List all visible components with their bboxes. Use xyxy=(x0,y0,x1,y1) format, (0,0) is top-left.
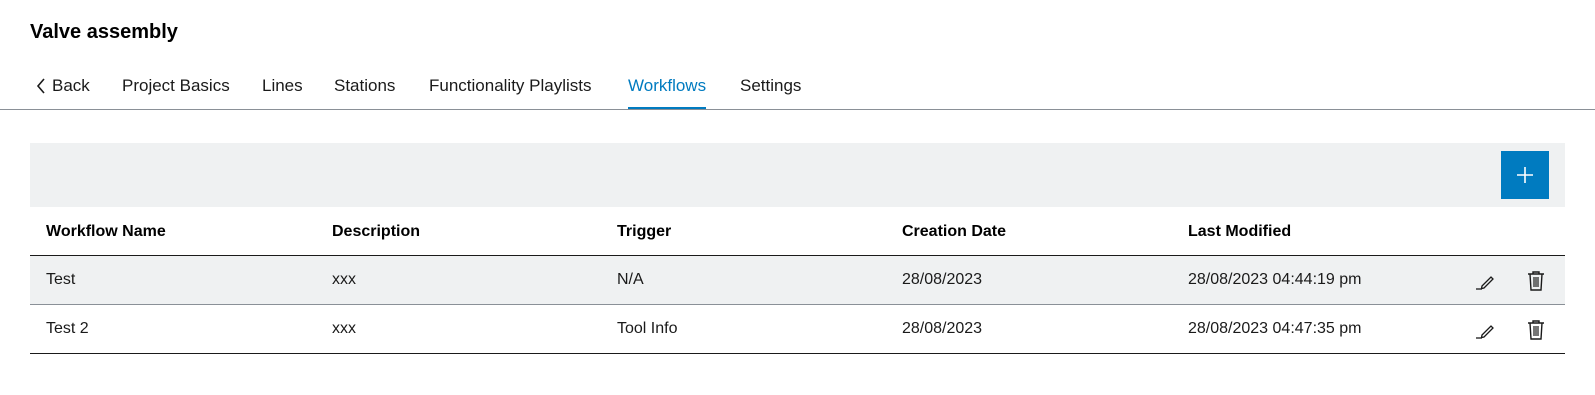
add-workflow-button[interactable] xyxy=(1501,151,1549,199)
cell-workflow-name: Test 2 xyxy=(46,320,89,337)
tab-settings[interactable]: Settings xyxy=(740,76,801,109)
table-toolbar xyxy=(30,143,1565,207)
edit-icon xyxy=(1476,276,1494,290)
tab-project-basics[interactable]: Project Basics xyxy=(122,76,230,109)
cell-description: xxx xyxy=(332,271,356,288)
cell-workflow-name: Test xyxy=(46,271,76,288)
table-row[interactable]: Test xxx N/A 28/08/2023 28/08/2023 04:44… xyxy=(30,256,1565,305)
workflows-table: Workflow Name Description Trigger Creati… xyxy=(30,207,1565,354)
cell-trigger: Tool Info xyxy=(617,320,678,337)
chevron-left-icon xyxy=(36,78,45,94)
tab-workflows[interactable]: Workflows xyxy=(628,76,707,109)
trash-icon xyxy=(1528,320,1544,340)
back-link[interactable]: Back xyxy=(36,76,90,109)
delete-button[interactable] xyxy=(1523,317,1549,343)
cell-description: xxx xyxy=(332,320,356,337)
cell-creation-date: 28/08/2023 xyxy=(902,271,983,288)
page-title: Valve assembly xyxy=(30,21,178,43)
column-header-description[interactable]: Description xyxy=(332,223,420,241)
column-header-creation-date[interactable]: Creation Date xyxy=(902,223,1006,241)
column-header-last-modified[interactable]: Last Modified xyxy=(1188,223,1291,241)
delete-button[interactable] xyxy=(1523,268,1549,294)
cell-last-modified: 28/08/2023 04:44:19 pm xyxy=(1188,271,1362,288)
trash-icon xyxy=(1528,271,1544,291)
column-header-workflow-name[interactable]: Workflow Name xyxy=(46,223,166,241)
table-header: Workflow Name Description Trigger Creati… xyxy=(30,207,1565,256)
project-nav: Back Project Basics Lines Stations Funct… xyxy=(0,66,1595,110)
column-header-trigger[interactable]: Trigger xyxy=(617,223,671,241)
edit-icon xyxy=(1476,325,1494,339)
tab-functionality-playlists[interactable]: Functionality Playlists xyxy=(429,76,592,109)
cell-creation-date: 28/08/2023 xyxy=(902,320,983,337)
cell-trigger: N/A xyxy=(617,271,644,288)
edit-button[interactable] xyxy=(1472,317,1498,343)
tab-lines[interactable]: Lines xyxy=(262,76,303,109)
table-row[interactable]: Test 2 xxx Tool Info 28/08/2023 28/08/20… xyxy=(30,305,1565,354)
plus-icon xyxy=(1517,167,1533,183)
edit-button[interactable] xyxy=(1472,268,1498,294)
back-label: Back xyxy=(52,76,90,95)
cell-last-modified: 28/08/2023 04:47:35 pm xyxy=(1188,320,1362,337)
tab-stations[interactable]: Stations xyxy=(334,76,395,109)
